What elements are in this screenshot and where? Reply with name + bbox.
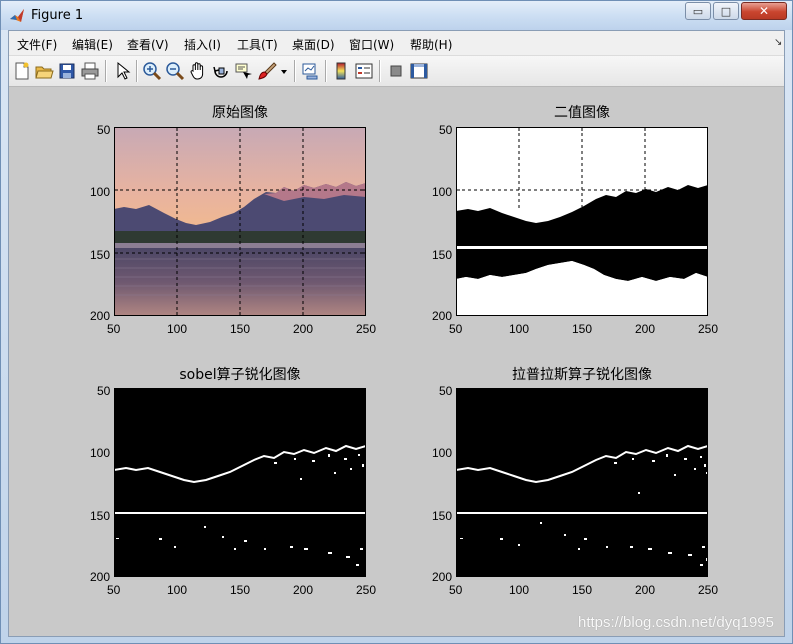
x-tick-label: 100 bbox=[167, 583, 188, 597]
black-background bbox=[114, 388, 366, 577]
legend-icon[interactable] bbox=[354, 61, 374, 81]
zoom-out-icon[interactable] bbox=[165, 61, 185, 81]
menu-window[interactable]: 窗口(W) bbox=[349, 36, 394, 53]
figure-toolbar bbox=[9, 56, 784, 87]
link-plot-icon[interactable] bbox=[300, 61, 320, 81]
minimize-button[interactable]: ▭ bbox=[685, 2, 711, 20]
x-tick-label: 50 bbox=[449, 322, 463, 336]
menu-bar: 文件(F) 编辑(E) 查看(V) 插入(I) 工具(T) 桌面(D) 窗口(W… bbox=[9, 31, 784, 56]
menu-view[interactable]: 查看(V) bbox=[127, 36, 169, 53]
y-tick-label: 50 bbox=[97, 384, 111, 398]
menu-file[interactable]: 文件(F) bbox=[17, 36, 57, 53]
x-tick-label: 50 bbox=[107, 322, 121, 336]
y-tick-label: 200 bbox=[90, 570, 111, 584]
toolbar-separator bbox=[379, 60, 381, 82]
y-tick-label: 200 bbox=[432, 309, 453, 323]
open-file-icon[interactable] bbox=[34, 61, 54, 81]
figure-client-area: 文件(F) 编辑(E) 查看(V) 插入(I) 工具(T) 桌面(D) 窗口(W… bbox=[8, 30, 785, 637]
axes-sobel-image[interactable] bbox=[114, 388, 366, 577]
window-title: Figure 1 bbox=[31, 8, 84, 23]
colorbar-icon[interactable] bbox=[331, 61, 351, 81]
edit-plot-arrow-icon[interactable] bbox=[112, 61, 132, 81]
x-tick-label: 200 bbox=[293, 322, 314, 336]
x-tick-label: 150 bbox=[230, 583, 251, 597]
y-tick-label: 150 bbox=[90, 248, 111, 262]
toolbar-separator bbox=[105, 60, 107, 82]
x-tick-label: 250 bbox=[698, 322, 719, 336]
black-background bbox=[456, 388, 708, 577]
shoreline-edge bbox=[114, 512, 366, 514]
menu-overflow-icon[interactable]: ↘ bbox=[774, 37, 782, 48]
x-tick-label: 200 bbox=[293, 583, 314, 597]
toolbar-separator bbox=[136, 60, 138, 82]
close-button[interactable]: ✕ bbox=[741, 2, 787, 20]
y-tick-label: 150 bbox=[432, 509, 453, 523]
new-figure-icon[interactable] bbox=[12, 61, 32, 81]
y-tick-label: 50 bbox=[439, 384, 453, 398]
y-tick-label: 100 bbox=[432, 185, 453, 199]
x-tick-label: 200 bbox=[635, 322, 656, 336]
rotate-3d-icon[interactable] bbox=[211, 61, 231, 81]
axes-laplacian-image[interactable] bbox=[456, 388, 708, 577]
toolbar-separator bbox=[325, 60, 327, 82]
y-tick-label: 100 bbox=[90, 446, 111, 460]
menu-help[interactable]: 帮助(H) bbox=[410, 36, 452, 53]
x-tick-label: 250 bbox=[356, 583, 377, 597]
y-tick-label: 100 bbox=[90, 185, 111, 199]
hide-plot-tools-icon[interactable] bbox=[386, 61, 406, 81]
watermark-text: https://blog.csdn.net/dyq1995 bbox=[578, 614, 774, 631]
save-icon[interactable] bbox=[57, 61, 77, 81]
brush-dropdown-icon[interactable] bbox=[279, 61, 289, 81]
maximize-icon: □ bbox=[720, 4, 732, 18]
print-icon[interactable] bbox=[80, 61, 100, 81]
axes-title-sobel: sobel算子锐化图像 bbox=[179, 367, 301, 383]
x-tick-label: 250 bbox=[698, 583, 719, 597]
axes-title-original: 原始图像 bbox=[212, 105, 268, 121]
minimize-icon: ▭ bbox=[692, 4, 704, 18]
axes-title-binary: 二值图像 bbox=[554, 105, 610, 121]
axes-binary-image[interactable] bbox=[456, 127, 708, 316]
pan-hand-icon[interactable] bbox=[188, 61, 208, 81]
y-tick-label: 150 bbox=[90, 509, 111, 523]
toolbar-separator bbox=[294, 60, 296, 82]
title-bar[interactable]: Figure 1 ▭ □ ✕ bbox=[1, 1, 792, 30]
figure-canvas: 原始图像 50 100 150 200 50 100 150 200 250 二… bbox=[9, 87, 784, 636]
shoreline-edge bbox=[456, 512, 708, 514]
y-tick-label: 100 bbox=[432, 446, 453, 460]
maximize-button[interactable]: □ bbox=[713, 2, 739, 20]
x-tick-label: 150 bbox=[230, 322, 251, 336]
lake-water bbox=[114, 248, 366, 316]
zoom-in-icon[interactable] bbox=[142, 61, 162, 81]
show-plot-tools-icon[interactable] bbox=[409, 61, 429, 81]
matlab-logo-icon bbox=[9, 8, 25, 24]
y-tick-label: 50 bbox=[97, 123, 111, 137]
data-cursor-icon[interactable] bbox=[234, 61, 254, 81]
x-tick-label: 100 bbox=[167, 322, 188, 336]
menu-desktop[interactable]: 桌面(D) bbox=[292, 36, 335, 53]
x-tick-label: 50 bbox=[449, 583, 463, 597]
y-tick-label: 150 bbox=[432, 248, 453, 262]
figure-window: Figure 1 ▭ □ ✕ 文件(F) 编辑(E) 查看(V) 插入(I) 工… bbox=[0, 0, 793, 644]
brush-icon[interactable] bbox=[257, 61, 277, 81]
close-icon: ✕ bbox=[758, 4, 770, 18]
shore-white-line bbox=[456, 246, 708, 248]
axes-title-laplacian: 拉普拉斯算子锐化图像 bbox=[512, 367, 652, 383]
menu-edit[interactable]: 编辑(E) bbox=[72, 36, 113, 53]
x-tick-label: 250 bbox=[356, 322, 377, 336]
axes-original-image[interactable] bbox=[114, 127, 366, 316]
y-tick-label: 200 bbox=[432, 570, 453, 584]
menu-tools[interactable]: 工具(T) bbox=[237, 36, 278, 53]
x-tick-label: 150 bbox=[572, 583, 593, 597]
x-tick-label: 50 bbox=[107, 583, 121, 597]
x-tick-label: 150 bbox=[572, 322, 593, 336]
x-tick-label: 100 bbox=[509, 583, 530, 597]
menu-insert[interactable]: 插入(I) bbox=[184, 36, 221, 53]
x-tick-label: 100 bbox=[509, 322, 530, 336]
y-tick-label: 50 bbox=[439, 123, 453, 137]
y-tick-label: 200 bbox=[90, 309, 111, 323]
x-tick-label: 200 bbox=[635, 583, 656, 597]
